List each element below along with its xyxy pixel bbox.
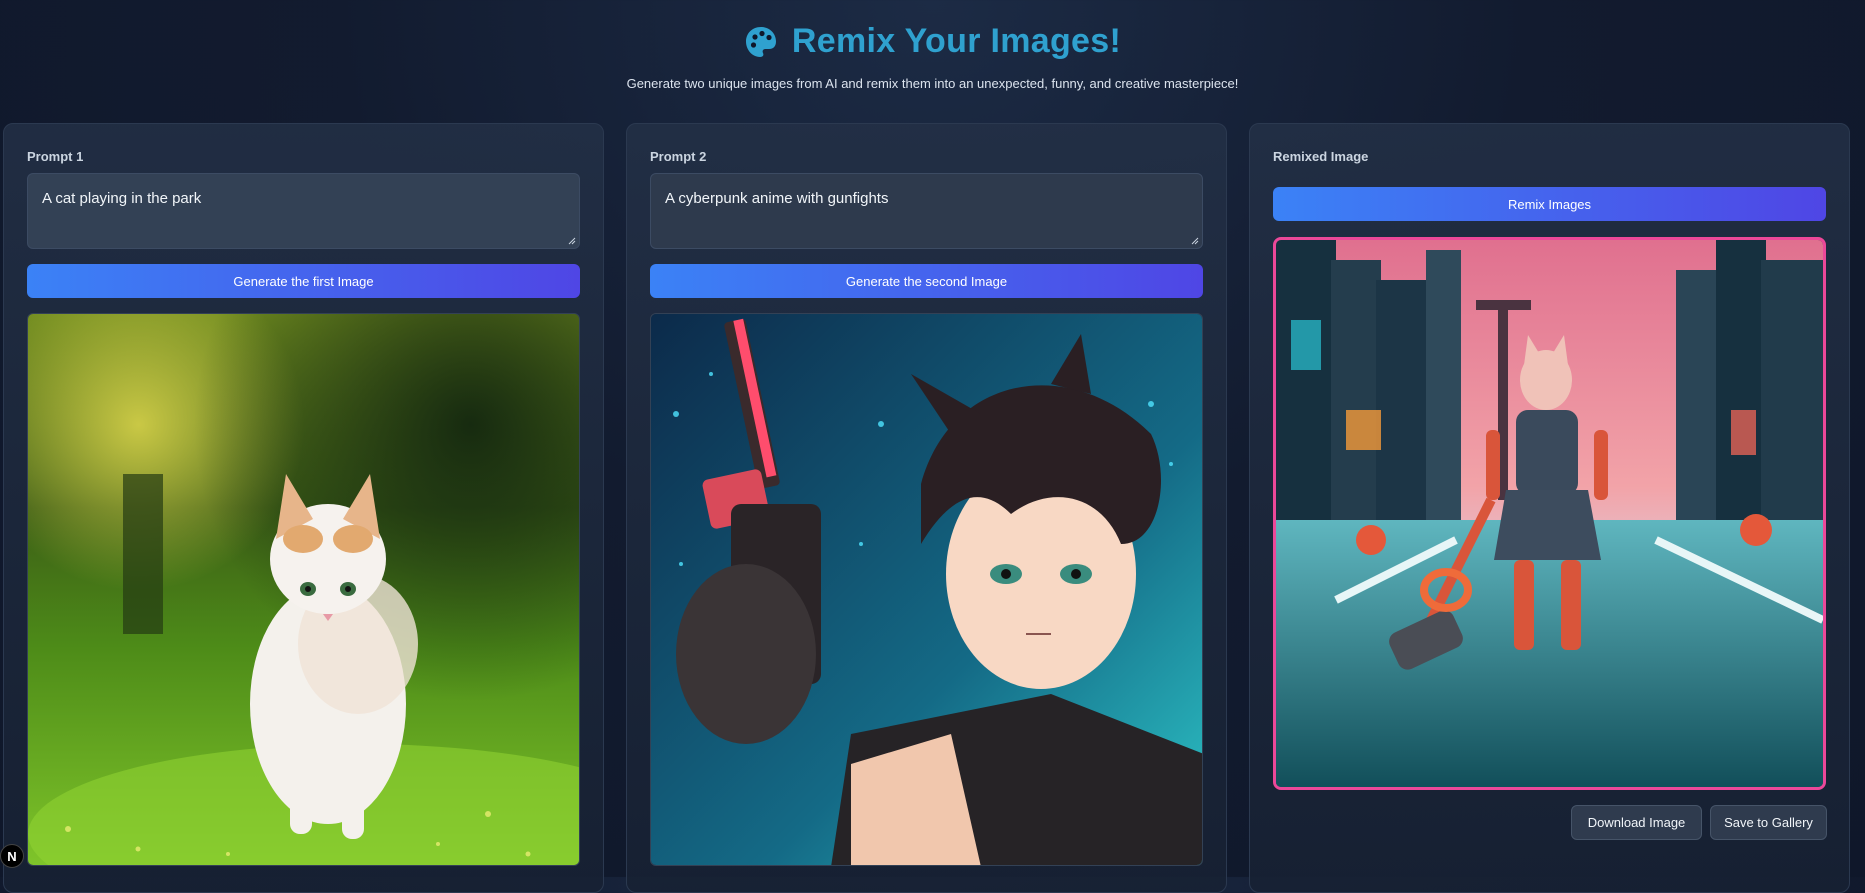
prompt-1-input[interactable]: A cat playing in the park (27, 173, 580, 249)
page-subtitle: Generate two unique images from AI and r… (626, 76, 1239, 91)
kitten-in-park-image (27, 313, 580, 866)
dev-tools-badge[interactable]: N (0, 844, 24, 868)
save-to-gallery-button[interactable]: Save to Gallery (1710, 805, 1827, 840)
page-title: Remix Your Images! (791, 22, 1122, 60)
prompt-2-value: A cyberpunk anime with gunfights (665, 190, 889, 207)
download-image-button[interactable]: Download Image (1571, 805, 1702, 840)
prompt-2-panel: Prompt 2 A cyberpunk anime with gunfight… (626, 123, 1227, 893)
prompt-1-panel: Prompt 1 A cat playing in the park Gener… (3, 123, 604, 893)
palette-icon (744, 25, 778, 59)
title-row: Remix Your Images! (0, 22, 1865, 61)
cyberpunk-anime-image (650, 313, 1203, 866)
prompt-2-input[interactable]: A cyberpunk anime with gunfights (650, 173, 1203, 249)
generate-first-image-button[interactable]: Generate the first Image (27, 264, 580, 298)
resize-grip-icon[interactable] (568, 237, 576, 245)
prompt-1-label: Prompt 1 (27, 149, 84, 164)
remixed-image-label: Remixed Image (1273, 149, 1369, 164)
resize-grip-icon[interactable] (1191, 237, 1199, 245)
remixed-cyberpunk-cat-image (1273, 237, 1826, 790)
prompt-1-value: A cat playing in the park (42, 190, 202, 207)
generate-second-image-button[interactable]: Generate the second Image (650, 264, 1203, 298)
prompt-2-label: Prompt 2 (650, 149, 707, 164)
badge-label: N (7, 848, 17, 864)
remix-images-button[interactable]: Remix Images (1273, 187, 1826, 221)
remix-panel: Remixed Image Remix Images Download Imag… (1249, 123, 1850, 893)
